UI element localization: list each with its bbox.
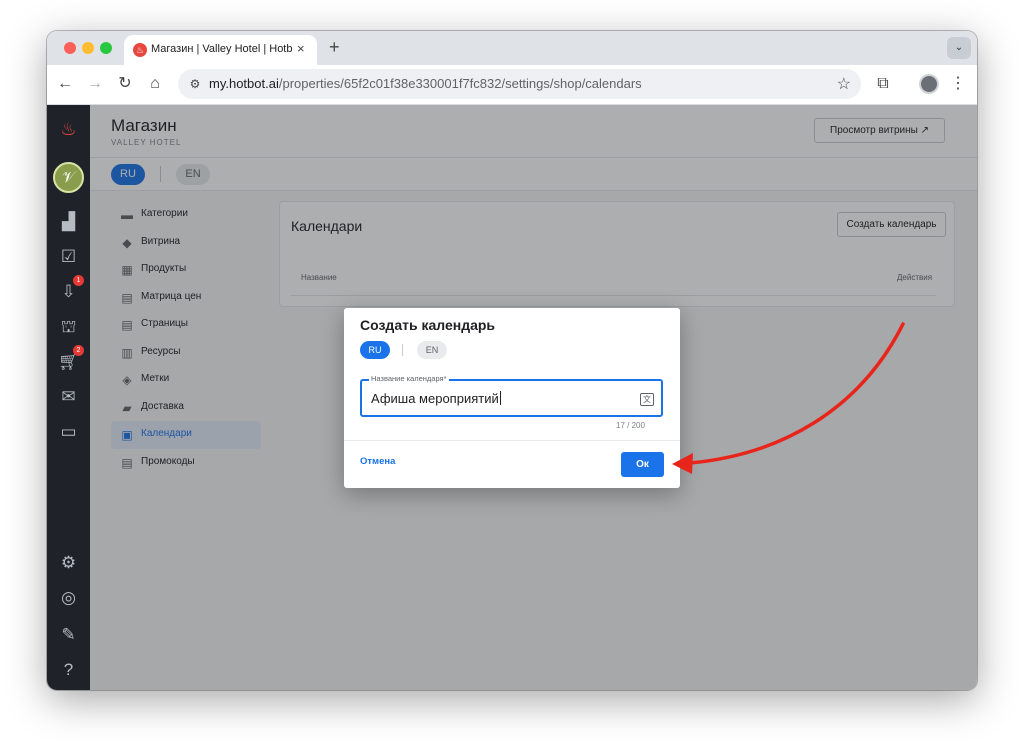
tray-icon[interactable]: ⛫	[56, 314, 81, 339]
icon-rail: ♨ 𝒱 ▟ ☑ ⇩ 1 ⛫ 🛒︎ 2 ✉ ▭ ⚙ ◎ ✎ ?	[47, 105, 90, 690]
minimize-window-button[interactable]	[82, 42, 94, 54]
bookmark-star-icon[interactable]: ☆	[837, 74, 851, 94]
tasks-check-icon[interactable]: ☑	[56, 244, 81, 269]
settings-gear-icon[interactable]: ⚙	[56, 550, 81, 575]
browser-toolbar: ← → ↻ ⌂ ⚙ my.hotbot.ai/properties/65f2c0…	[47, 65, 977, 105]
extensions-icon[interactable]: ⧉	[872, 73, 894, 95]
url-text[interactable]: my.hotbot.ai/properties/65f2c01f38e33000…	[209, 76, 642, 91]
create-calendar-dialog: Создать календарь RU EN Название календа…	[344, 308, 680, 488]
tab-close-icon[interactable]: ×	[297, 41, 305, 56]
browser-menu-icon[interactable]: ⋮	[947, 73, 969, 95]
hotbot-favicon-icon: ♨	[133, 43, 147, 57]
cart-badge: 2	[73, 345, 84, 356]
cancel-button[interactable]: Отмена	[360, 456, 395, 467]
maximize-window-button[interactable]	[100, 42, 112, 54]
chat-icon[interactable]: ▭	[56, 419, 81, 444]
dialog-divider	[344, 440, 680, 441]
home-icon[interactable]: ⌂	[144, 73, 166, 95]
address-bar[interactable]: ⚙ my.hotbot.ai/properties/65f2c01f38e330…	[178, 69, 861, 99]
dialog-lang-ru-tab[interactable]: RU	[360, 341, 390, 359]
tab-search-button[interactable]: ⌄	[947, 37, 971, 59]
forward-icon[interactable]: →	[84, 73, 106, 95]
dialog-lang-en-tab[interactable]: EN	[417, 341, 447, 359]
new-tab-button[interactable]: +	[329, 37, 340, 57]
property-avatar[interactable]: 𝒱	[53, 162, 84, 193]
browser-window: ♨ Магазин | Valley Hotel | Hotbot × + ⌄ …	[47, 31, 977, 690]
calendar-name-field[interactable]: Название календаря* Афиша мероприятий 文	[360, 374, 663, 417]
url-path: /properties/65f2c01f38e330001f7fc832/set…	[278, 76, 642, 91]
profile-avatar[interactable]	[919, 74, 939, 94]
close-window-button[interactable]	[64, 42, 76, 54]
translate-icon[interactable]: 文	[640, 393, 654, 406]
back-icon[interactable]: ←	[54, 73, 76, 95]
help-icon[interactable]: ?	[56, 657, 81, 682]
calendar-name-input[interactable]: Афиша мероприятий	[371, 391, 501, 406]
reload-icon[interactable]: ↻	[114, 73, 136, 95]
url-host: my.hotbot.ai	[209, 76, 279, 91]
dialog-lang-separator	[402, 344, 403, 356]
character-counter: 17 / 200	[616, 421, 645, 430]
analytics-icon[interactable]: ▟	[56, 209, 81, 234]
calendar-name-label: Название календаря*	[369, 374, 449, 383]
edit-pencil-icon[interactable]: ✎	[56, 622, 81, 647]
site-info-icon[interactable]: ⚙	[186, 75, 204, 93]
inbox-badge: 1	[73, 275, 84, 286]
ok-button[interactable]: Ок	[621, 452, 664, 477]
account-icon[interactable]: ◎	[56, 585, 81, 610]
tab-title: Магазин | Valley Hotel | Hotbot	[151, 43, 293, 55]
dialog-title: Создать календарь	[360, 317, 496, 333]
mail-icon[interactable]: ✉	[56, 384, 81, 409]
browser-tab[interactable]: ♨ Магазин | Valley Hotel | Hotbot ×	[124, 35, 317, 65]
hotbot-logo-icon[interactable]: ♨	[56, 117, 81, 142]
tab-strip: ♨ Магазин | Valley Hotel | Hotbot × + ⌄	[47, 31, 977, 65]
